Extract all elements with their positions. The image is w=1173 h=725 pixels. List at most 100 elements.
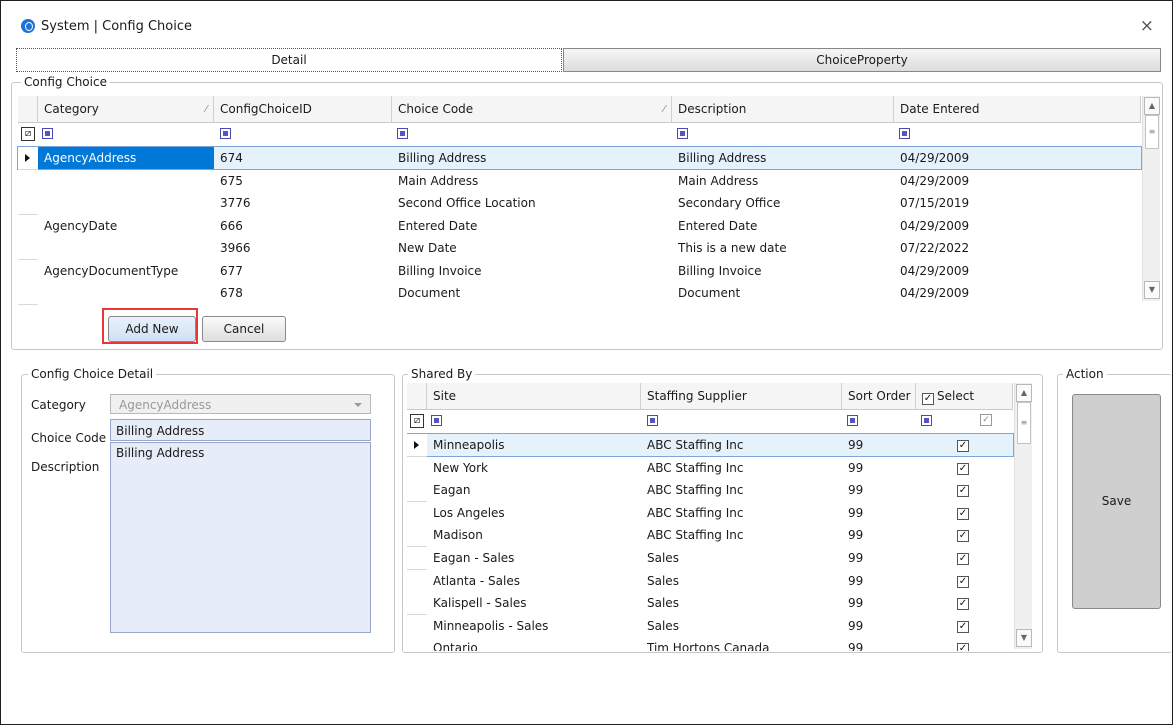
scroll-thumb[interactable]: ≡	[1017, 402, 1031, 444]
filter-site-icon[interactable]	[431, 415, 442, 426]
cell-sort-order: 99	[848, 505, 864, 520]
row-indicator[interactable]	[18, 147, 38, 170]
filter-sort-icon[interactable]	[847, 415, 858, 426]
list-item[interactable]: Los Angeles ABC Staffing Inc 99 ✓	[407, 501, 1013, 525]
col-header-select[interactable]: ✓ Select	[916, 383, 1013, 410]
filter-description-icon[interactable]	[677, 128, 688, 139]
cell-sort-order: 99	[848, 528, 864, 543]
config-choice-grid: Category ⁄ ConfigChoiceID Choice Code ⁄ De…	[17, 96, 1160, 305]
row-indicator[interactable]	[407, 479, 427, 503]
col-header-sort-order[interactable]: Sort Order	[842, 383, 916, 410]
filter-clear-icon[interactable]: ⧄	[21, 127, 35, 141]
row-indicator[interactable]	[407, 524, 427, 548]
row-indicator[interactable]	[407, 637, 427, 651]
cell-configchoiceid: 666	[220, 218, 243, 233]
row-indicator[interactable]	[407, 569, 427, 593]
select-all-checkbox[interactable]: ✓	[922, 393, 934, 405]
cell-choice-code: Document	[398, 286, 461, 300]
row-indicator[interactable]	[407, 547, 427, 570]
list-item[interactable]: Minneapolis ABC Staffing Inc 99 ✓	[407, 433, 1014, 457]
select-checkbox[interactable]: ✓	[957, 462, 969, 475]
select-checkbox[interactable]: ✓	[957, 553, 969, 565]
cancel-button[interactable]: Cancel	[202, 316, 286, 342]
select-checkbox[interactable]: ✓	[957, 598, 969, 611]
row-indicator[interactable]	[18, 237, 38, 260]
config-choice-group-label: Config Choice	[21, 75, 110, 89]
select-checkbox[interactable]: ✓	[957, 575, 969, 588]
tab-detail[interactable]: Detail	[16, 48, 562, 72]
row-indicator[interactable]	[407, 614, 427, 638]
table-row[interactable]: AgencyDate 666 Entered Date Entered Date 04/…	[18, 214, 1141, 238]
col-header-description[interactable]: Description	[672, 96, 894, 123]
save-button[interactable]: Save	[1072, 394, 1161, 609]
row-indicator[interactable]	[18, 169, 38, 193]
close-icon[interactable]: ×	[1140, 16, 1154, 36]
cell-staffing-supplier: ABC Staffing Inc	[647, 460, 744, 475]
shared-by-scrollbar[interactable]: ▲ ≡ ▼	[1014, 383, 1032, 649]
description-label: Description	[31, 460, 100, 474]
row-indicator[interactable]	[407, 456, 427, 480]
select-checkbox[interactable]: ✓	[957, 440, 969, 452]
row-indicator[interactable]	[18, 192, 38, 215]
filter-code-icon[interactable]	[397, 128, 408, 139]
col-header-staffing-supplier[interactable]: Staffing Supplier	[641, 383, 842, 410]
scroll-down-icon[interactable]: ▼	[1016, 629, 1032, 647]
list-item[interactable]: Madison ABC Staffing Inc 99 ✓	[407, 524, 1013, 548]
list-item[interactable]: Ontario Tim Hortons Canada 99 ✓	[407, 637, 1013, 651]
col-header-site[interactable]: Site	[427, 383, 641, 410]
list-item[interactable]: New York ABC Staffing Inc 99 ✓	[407, 456, 1013, 480]
col-header-category[interactable]: Category ⁄	[38, 96, 214, 123]
select-checkbox[interactable]: ✓	[957, 485, 969, 498]
row-indicator[interactable]	[18, 259, 38, 283]
table-row[interactable]: 3966 New Date This is a new date 07/22/2022	[18, 237, 1141, 260]
scroll-up-icon[interactable]: ▲	[1016, 384, 1032, 402]
filter-select-icon[interactable]	[921, 415, 932, 426]
tab-choiceproperty[interactable]: ChoiceProperty	[563, 48, 1161, 72]
cell-staffing-supplier: ABC Staffing Inc	[647, 483, 744, 498]
list-item[interactable]: Kalispell - Sales Sales 99 ✓	[407, 592, 1013, 616]
col-header-choice-code[interactable]: Choice Code ⁄	[392, 96, 672, 123]
filter-id-icon[interactable]	[220, 128, 231, 139]
cell-configchoiceid: 677	[220, 263, 243, 278]
cell-category	[38, 192, 214, 214]
select-checkbox[interactable]: ✓	[957, 620, 969, 633]
choice-code-field[interactable]: Billing Address	[110, 419, 371, 441]
scroll-up-icon[interactable]: ▲	[1144, 97, 1160, 115]
list-item[interactable]: Eagan - Sales Sales 99 ✓	[407, 547, 1013, 570]
row-indicator[interactable]	[18, 282, 38, 305]
row-indicator[interactable]	[18, 214, 38, 238]
scroll-thumb[interactable]: ≡	[1145, 115, 1159, 149]
table-row[interactable]: 3776 Second Office Location Secondary Offi…	[18, 192, 1141, 215]
list-item[interactable]: Minneapolis - Sales Sales 99 ✓	[407, 614, 1013, 638]
select-checkbox[interactable]: ✓	[957, 530, 969, 543]
list-item[interactable]: Eagan ABC Staffing Inc 99 ✓	[407, 479, 1013, 503]
row-indicator[interactable]	[407, 434, 427, 457]
cell-category	[38, 282, 214, 304]
filter-clear-icon[interactable]: ⧄	[410, 414, 424, 428]
filter-date-icon[interactable]	[899, 128, 910, 139]
list-item[interactable]: Atlanta - Sales Sales 99 ✓	[407, 569, 1013, 593]
table-row[interactable]: 675 Main Address Main Address 04/29/2009	[18, 169, 1141, 193]
filter-select-checkbox[interactable]: ✓	[980, 414, 992, 426]
table-row[interactable]: AgencyAddress 674 Billing Address Billing A…	[17, 146, 1142, 170]
description-field[interactable]: Billing Address	[110, 442, 371, 633]
table-row[interactable]: 678 Document Document 04/29/2009	[18, 282, 1141, 305]
detail-group-label: Config Choice Detail	[28, 367, 157, 381]
cell-category	[38, 237, 214, 259]
row-indicator[interactable]	[407, 592, 427, 616]
cell-site: New York	[433, 460, 488, 475]
filter-category-icon[interactable]	[42, 128, 53, 139]
cell-staffing-supplier: Tim Hortons Canada	[647, 641, 770, 651]
col-header-date-entered[interactable]: Date Entered	[894, 96, 1141, 123]
filter-supplier-icon[interactable]	[647, 415, 658, 426]
select-checkbox[interactable]: ✓	[957, 507, 969, 520]
select-checkbox[interactable]: ✓	[957, 643, 969, 651]
col-header-configchoiceid[interactable]: ConfigChoiceID	[214, 96, 392, 123]
config-choice-window: System | Config Choice × Detail ChoicePr…	[0, 0, 1173, 725]
table-row[interactable]: AgencyDocumentType 677 Billing Invoice Bill…	[18, 259, 1141, 283]
row-indicator[interactable]	[407, 501, 427, 525]
sort-icon: ⁄	[205, 104, 207, 115]
grid-scrollbar[interactable]: ▲ ≡ ▼	[1142, 96, 1160, 301]
category-select[interactable]: AgencyAddress	[110, 394, 371, 414]
scroll-down-icon[interactable]: ▼	[1144, 281, 1160, 299]
